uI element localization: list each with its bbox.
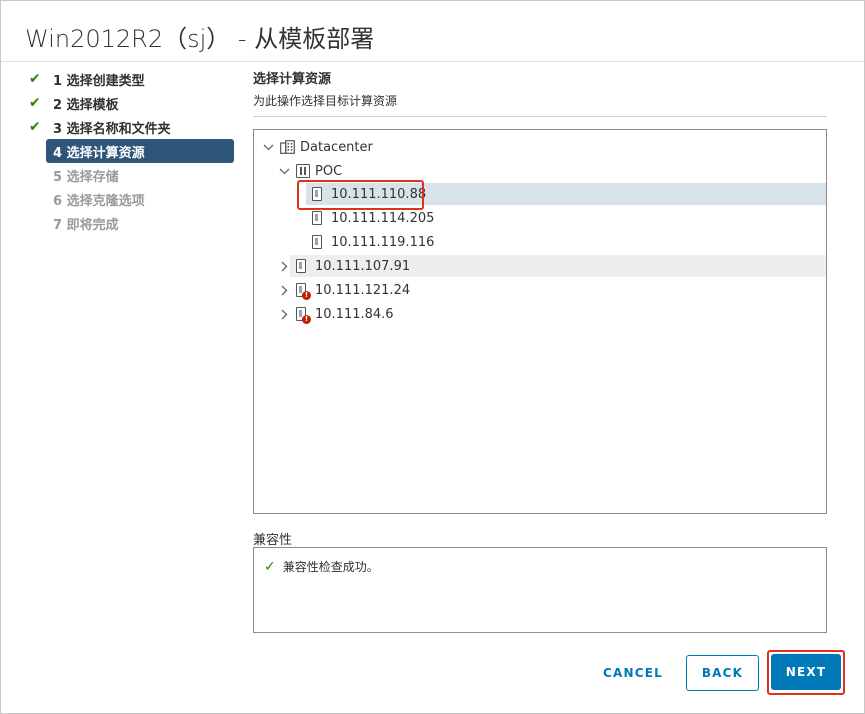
- check-icon: ✓: [264, 558, 276, 575]
- host-icon: [296, 259, 306, 273]
- host-icon: [312, 235, 322, 249]
- chevron-right-icon[interactable]: [278, 279, 290, 301]
- step-6: 6 选择克隆选项: [29, 187, 237, 211]
- section-divider: [253, 116, 827, 117]
- datacenter-label: Datacenter: [300, 139, 373, 155]
- deploy-from-template-dialog: Win2012R2（sj） - 从模板部署 ✔ 1 选择创建类型 ✔ 2 选择模…: [0, 0, 865, 714]
- step-label: 6 选择克隆选项: [53, 193, 145, 209]
- compute-resource-tree[interactable]: Datacenter POC 10.111.110.88 10.111.114.…: [253, 129, 827, 514]
- tree-node-cluster[interactable]: POC: [296, 160, 342, 182]
- step-3[interactable]: ✔ 3 选择名称和文件夹: [29, 115, 237, 139]
- tree-node-host-alert[interactable]: ! 10.111.121.24: [296, 279, 410, 301]
- title-divider: [1, 61, 864, 62]
- section-subtitle: 为此操作选择目标计算资源: [253, 94, 398, 108]
- chevron-down-icon[interactable]: [262, 136, 274, 158]
- check-icon: ✔: [29, 71, 41, 87]
- host-alert-icon: !: [296, 283, 311, 300]
- step-7: 7 即将完成: [29, 211, 237, 235]
- cancel-button[interactable]: CANCEL: [595, 655, 671, 691]
- wizard-steps: ✔ 1 选择创建类型 ✔ 2 选择模板 ✔ 3 选择名称和文件夹 4 选择计算资…: [29, 67, 237, 235]
- chevron-right-icon[interactable]: [278, 255, 290, 277]
- tree-node-host-alert[interactable]: ! 10.111.84.6: [296, 303, 394, 325]
- tree-node-host[interactable]: 10.111.114.205: [312, 207, 434, 229]
- section-title: 选择计算资源: [253, 72, 332, 87]
- step-label: 5 选择存储: [53, 169, 119, 185]
- host-alert-icon: !: [296, 307, 311, 324]
- compatibility-message: 兼容性检查成功。: [282, 560, 379, 574]
- tree-node-host[interactable]: 10.111.119.116: [312, 231, 434, 253]
- cluster-label: POC: [315, 163, 343, 179]
- annotation-highlight: [297, 180, 424, 210]
- chevron-down-icon[interactable]: [278, 160, 290, 182]
- step-4-current[interactable]: 4 选择计算资源: [46, 139, 234, 163]
- step-content-header: 选择计算资源 为此操作选择目标计算资源: [253, 71, 827, 117]
- step-label: 3 选择名称和文件夹: [53, 121, 171, 137]
- cluster-icon: [296, 164, 310, 178]
- host-label: 10.111.107.91: [315, 258, 411, 274]
- step-1[interactable]: ✔ 1 选择创建类型: [29, 67, 237, 91]
- step-5: 5 选择存储: [29, 163, 237, 187]
- compatibility-status: ✓ 兼容性检查成功。: [264, 558, 379, 575]
- step-label: 2 选择模板: [53, 97, 119, 113]
- host-label: 10.111.114.205: [331, 210, 435, 226]
- step-label: 4 选择计算资源: [53, 145, 145, 161]
- step-label: 7 即将完成: [53, 217, 119, 233]
- host-label: 10.111.119.116: [331, 234, 435, 250]
- host-label: 10.111.121.24: [315, 282, 411, 298]
- compatibility-title: 兼容性: [253, 533, 293, 548]
- next-button[interactable]: NEXT: [771, 654, 841, 690]
- chevron-right-icon[interactable]: [278, 303, 290, 325]
- tree-node-host[interactable]: 10.111.107.91: [290, 255, 826, 277]
- dialog-title: Win2012R2（sj） - 从模板部署: [25, 25, 375, 53]
- check-icon: ✔: [29, 95, 41, 111]
- host-icon: [312, 211, 322, 225]
- check-icon: ✔: [29, 119, 41, 135]
- compatibility-panel: ✓ 兼容性检查成功。: [253, 547, 827, 633]
- back-button[interactable]: BACK: [686, 655, 759, 691]
- step-2[interactable]: ✔ 2 选择模板: [29, 91, 237, 115]
- tree-node-datacenter[interactable]: Datacenter: [280, 136, 373, 158]
- datacenter-icon: [280, 140, 295, 154]
- step-label: 1 选择创建类型: [53, 73, 145, 89]
- host-label: 10.111.84.6: [315, 306, 394, 322]
